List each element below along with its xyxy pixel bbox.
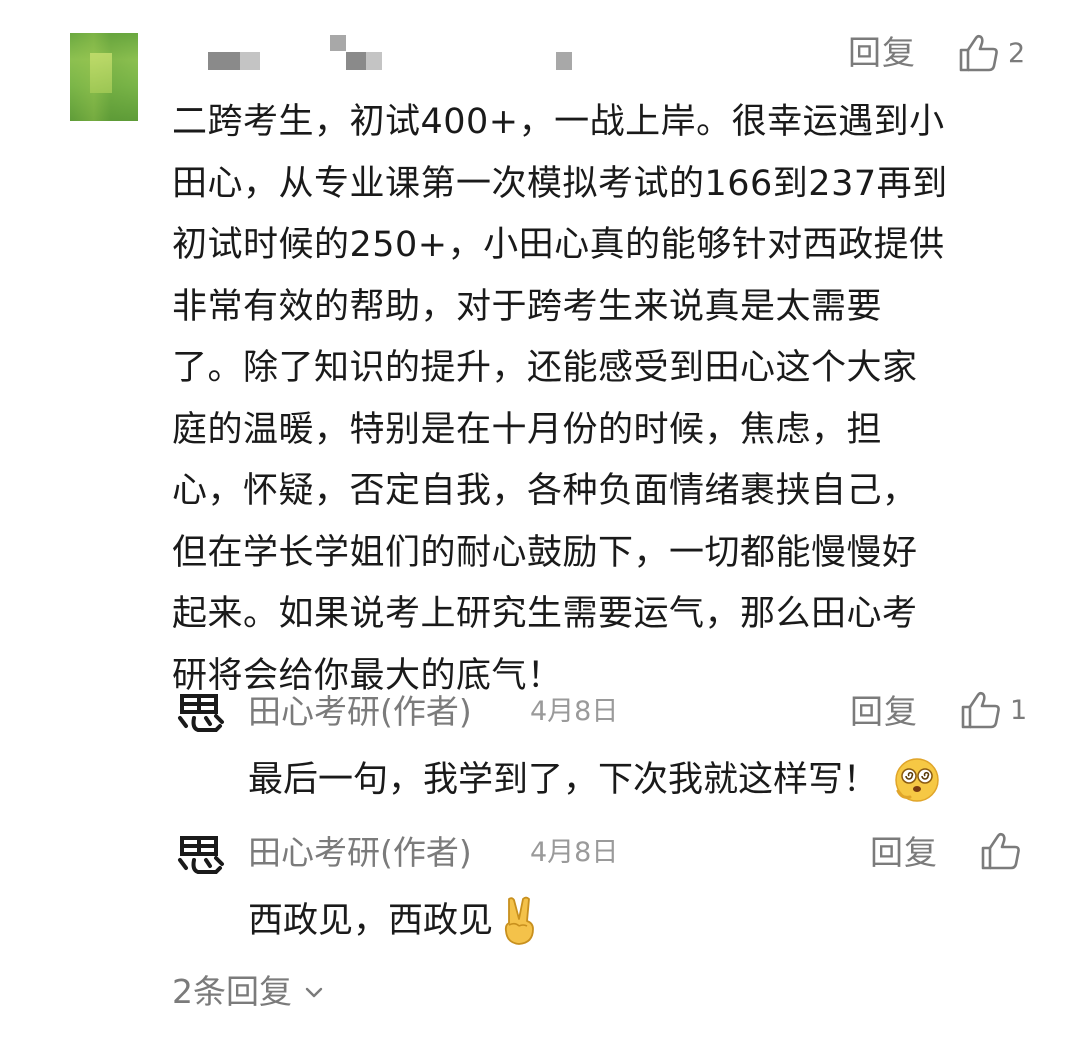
reply-text-content: 西政见，西政见 bbox=[248, 900, 494, 941]
like-button[interactable]: 1 bbox=[960, 690, 1027, 730]
reply-author[interactable]: 田心考研(作者) bbox=[248, 836, 472, 869]
like-button[interactable] bbox=[980, 831, 1022, 871]
thumbs-up-icon bbox=[959, 34, 998, 72]
pixel-block bbox=[240, 52, 260, 70]
comment-line: 非常有效的帮助，对于跨考生来说真是太需要 bbox=[172, 286, 883, 327]
comment-line: 庭的温暖，特别是在十月份的时候，焦虑，担 bbox=[172, 409, 883, 450]
comment-line: 二跨考生，初试400+，一战上岸。很幸运遇到小 bbox=[172, 102, 945, 142]
like-count: 1 bbox=[1010, 694, 1028, 726]
dizzy-face-emoji-icon bbox=[895, 758, 939, 802]
reply-date: 4月8日 bbox=[530, 837, 619, 868]
pixel-block bbox=[556, 52, 572, 70]
reply-text: 最后一句，我学到了，下次我就这样写！ bbox=[248, 755, 942, 805]
commenter-avatar[interactable] bbox=[70, 33, 138, 121]
comment-line: 初试时候的250+，小田心真的能够针对西政提供 bbox=[172, 225, 945, 265]
thumbs-up-icon bbox=[981, 832, 1020, 870]
comment-line: 心，怀疑，否定自我，各种负面情绪裹挟自己， bbox=[172, 471, 918, 511]
more-replies-link[interactable]: 2条回复 bbox=[172, 975, 324, 1008]
victory-hand-emoji-icon bbox=[504, 896, 534, 945]
thumbs-up-icon bbox=[961, 691, 1000, 729]
reply-date: 4月8日 bbox=[530, 696, 619, 727]
comment-line: 田心，从专业课第一次模拟考试的166到237再到 bbox=[172, 163, 948, 204]
chevron-down-icon bbox=[305, 987, 323, 997]
pixel-block bbox=[208, 52, 240, 70]
avatar-blur bbox=[90, 53, 112, 93]
reply-button[interactable]: 回复 bbox=[870, 836, 938, 869]
reply-button[interactable]: 回复 bbox=[848, 36, 916, 69]
comment-line: 但在学长学姐们的耐心鼓励下，一切都能慢慢好 bbox=[172, 532, 918, 573]
reply-button[interactable]: 回复 bbox=[850, 695, 918, 728]
pixel-block bbox=[330, 35, 346, 51]
pixel-block bbox=[346, 52, 366, 70]
like-count: 2 bbox=[1008, 37, 1026, 69]
author-logo-icon[interactable] bbox=[176, 692, 226, 734]
reply-text-content: 最后一句，我学到了，下次我就这样写！ bbox=[248, 759, 879, 800]
comment-line: 了。除了知识的提升，还能感受到田心这个大家 bbox=[172, 348, 918, 388]
like-button[interactable]: 2 bbox=[958, 33, 1025, 73]
comment-text: 二跨考生，初试400+，一战上岸。很幸运遇到小 田心，从专业课第一次模拟考试的1… bbox=[172, 92, 1042, 707]
pixel-block bbox=[366, 52, 382, 70]
author-logo-icon[interactable] bbox=[176, 834, 226, 876]
reply-author[interactable]: 田心考研(作者) bbox=[248, 695, 472, 728]
reply-text: 西政见，西政见 bbox=[248, 895, 541, 947]
comment-line: 起来。如果说考上研究生需要运气，那么田心考 bbox=[172, 594, 918, 634]
more-replies-label: 2条回复 bbox=[172, 972, 292, 1011]
